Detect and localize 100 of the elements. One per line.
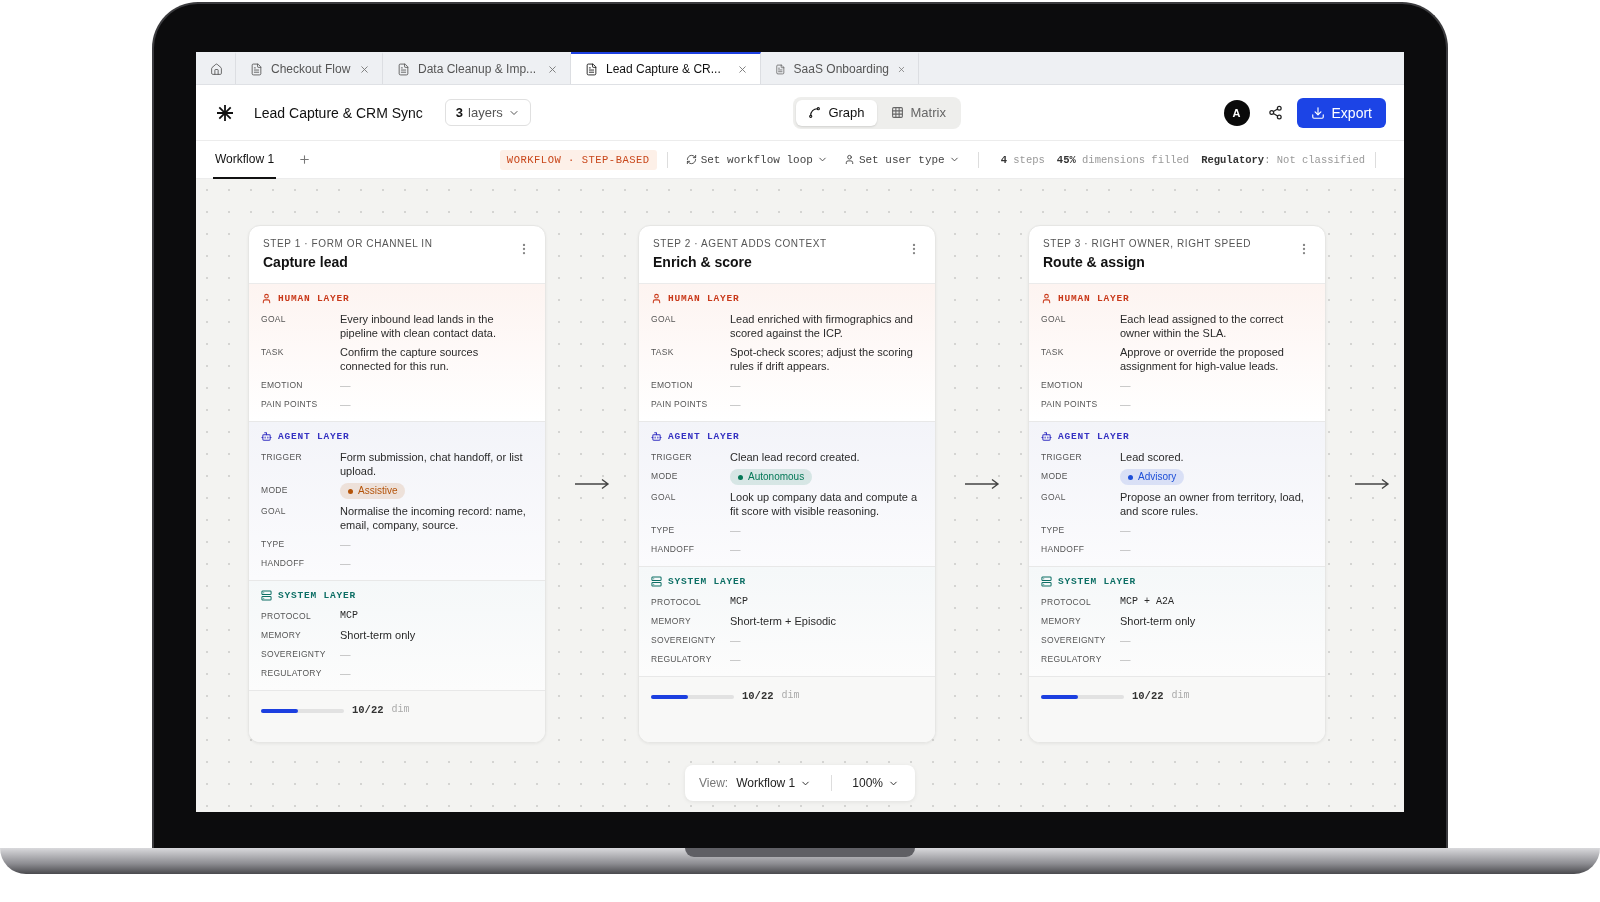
download-icon bbox=[1310, 105, 1325, 120]
layer-title: SYSTEM LAYER bbox=[278, 590, 356, 601]
field-value: Look up company data and compute a fit score with visible reasoning. bbox=[730, 490, 919, 518]
empty-value: — bbox=[730, 378, 742, 392]
step-label: STEP 2 · AGENT ADDS CONTEXT bbox=[653, 238, 827, 249]
field-label: TYPE bbox=[1041, 524, 1066, 537]
empty-value: — bbox=[1120, 633, 1132, 647]
field-label: PAIN POINTS bbox=[261, 398, 319, 411]
refresh-icon bbox=[685, 154, 697, 165]
field-label: MODE bbox=[261, 484, 289, 497]
field-label: PROTOCOL bbox=[651, 596, 702, 609]
home-icon bbox=[210, 62, 223, 76]
layer-title: HUMAN LAYER bbox=[668, 293, 740, 304]
field-label: SOVEREIGNTY bbox=[651, 634, 717, 647]
zoom-dropdown[interactable]: 100% bbox=[850, 776, 901, 790]
flow-arrow bbox=[574, 478, 610, 490]
field-value: Propose an owner from territory, load, and score rules. bbox=[1120, 490, 1305, 518]
document-icon bbox=[585, 62, 598, 76]
plus-icon bbox=[298, 153, 312, 166]
close-icon[interactable] bbox=[359, 63, 370, 75]
field-label: TASK bbox=[1041, 346, 1065, 359]
field-value: Confirm the capture sources connected for this run. bbox=[340, 345, 480, 373]
field-value: MCP + A2A bbox=[1120, 595, 1175, 609]
grid-icon bbox=[890, 106, 904, 119]
field-label: MEMORY bbox=[651, 615, 692, 628]
document-tab[interactable]: Checkout Flow bbox=[236, 52, 383, 84]
empty-value: — bbox=[1120, 397, 1132, 411]
layer-title: AGENT LAYER bbox=[1058, 431, 1130, 442]
field-label: REGULATORY bbox=[261, 667, 323, 680]
field-label: GOAL bbox=[651, 313, 677, 326]
field-label: GOAL bbox=[1041, 313, 1067, 326]
close-icon[interactable] bbox=[737, 63, 748, 75]
workflow-loop-dropdown[interactable]: Set workflow loop bbox=[677, 153, 836, 166]
field-value: Short-term only bbox=[1120, 614, 1197, 628]
field-label: MODE bbox=[651, 470, 679, 483]
document-title: Lead Capture & CRM Sync bbox=[254, 104, 423, 121]
document-tab[interactable]: Lead Capture & CR... bbox=[571, 52, 761, 84]
workflow-dropdown[interactable]: Workflow 1 bbox=[734, 776, 814, 790]
mode-badge: Autonomous bbox=[730, 469, 813, 485]
step-title: Route & assign bbox=[1043, 254, 1146, 270]
field-label: MODE bbox=[1041, 470, 1069, 483]
progress-unit: dim bbox=[1171, 690, 1190, 701]
user-type-dropdown[interactable]: Set user type bbox=[835, 153, 968, 166]
layer-title: SYSTEM LAYER bbox=[1058, 576, 1136, 587]
server-icon bbox=[651, 576, 662, 587]
field-label: REGULATORY bbox=[651, 653, 713, 666]
field-label: TYPE bbox=[261, 538, 286, 551]
field-value: Normalise the incoming record: name, email, company, source. bbox=[340, 504, 527, 532]
share-icon bbox=[1267, 105, 1283, 120]
view-toggle-button[interactable]: Matrix bbox=[878, 99, 958, 126]
field-label: EMOTION bbox=[651, 379, 694, 392]
field-label: MEMORY bbox=[1041, 615, 1082, 628]
empty-value: — bbox=[340, 397, 352, 411]
progress-count: 10/22 bbox=[1132, 690, 1164, 702]
field-label: TYPE bbox=[651, 524, 676, 537]
layer-title: AGENT LAYER bbox=[278, 431, 350, 442]
layer-title: AGENT LAYER bbox=[668, 431, 740, 442]
field-label: TASK bbox=[261, 346, 285, 359]
field-value: MCP bbox=[730, 595, 749, 609]
empty-value: — bbox=[1120, 378, 1132, 392]
workflow-stat: 45% dimensions filled bbox=[1056, 153, 1190, 166]
asterisk-logo bbox=[216, 103, 234, 122]
field-label: PROTOCOL bbox=[261, 610, 312, 623]
field-label: EMOTION bbox=[261, 379, 304, 392]
mode-badge: Advisory bbox=[1120, 469, 1185, 485]
layers-dropdown[interactable]: 3 layers bbox=[444, 99, 531, 126]
field-label: GOAL bbox=[261, 313, 287, 326]
empty-value: — bbox=[340, 378, 352, 392]
layer-title: HUMAN LAYER bbox=[278, 293, 350, 304]
step-title: Enrich & score bbox=[653, 254, 753, 270]
progress-count: 10/22 bbox=[352, 704, 384, 716]
field-value: Short-term + Episodic bbox=[730, 614, 838, 628]
person-icon bbox=[261, 293, 272, 304]
field-label: SOVEREIGNTY bbox=[1041, 634, 1107, 647]
field-label: HANDOFF bbox=[1041, 543, 1086, 556]
empty-value: — bbox=[340, 537, 352, 551]
document-icon bbox=[397, 62, 410, 76]
empty-value: — bbox=[730, 633, 742, 647]
server-icon bbox=[261, 590, 272, 601]
export-button[interactable]: Export bbox=[1296, 97, 1386, 128]
robot-icon bbox=[1041, 431, 1052, 442]
workflow-type-badge: WORKFLOW · STEP-BASED bbox=[499, 149, 657, 170]
view-label: View: bbox=[699, 776, 729, 790]
field-value: Lead enriched with firmographics and scored against the ICP. bbox=[730, 312, 914, 340]
robot-icon bbox=[651, 431, 662, 442]
field-label: PAIN POINTS bbox=[651, 398, 709, 411]
user-avatar[interactable]: A bbox=[1223, 99, 1250, 126]
workflow-stat: 4 steps bbox=[1000, 153, 1045, 166]
step-title: Capture lead bbox=[263, 254, 349, 270]
view-toggle-button[interactable]: Graph bbox=[796, 99, 877, 126]
step-label: STEP 1 · FORM OR CHANNEL IN bbox=[263, 238, 433, 249]
person-icon bbox=[651, 293, 662, 304]
close-icon[interactable] bbox=[547, 63, 558, 75]
field-label: EMOTION bbox=[1041, 379, 1084, 392]
empty-value: — bbox=[340, 647, 352, 661]
field-label: MEMORY bbox=[261, 629, 302, 642]
progress-count: 10/22 bbox=[742, 690, 774, 702]
document-tab[interactable]: SaaS Onboarding bbox=[761, 52, 919, 84]
field-label: TRIGGER bbox=[1041, 451, 1083, 464]
field-label: SOVEREIGNTY bbox=[261, 648, 327, 661]
